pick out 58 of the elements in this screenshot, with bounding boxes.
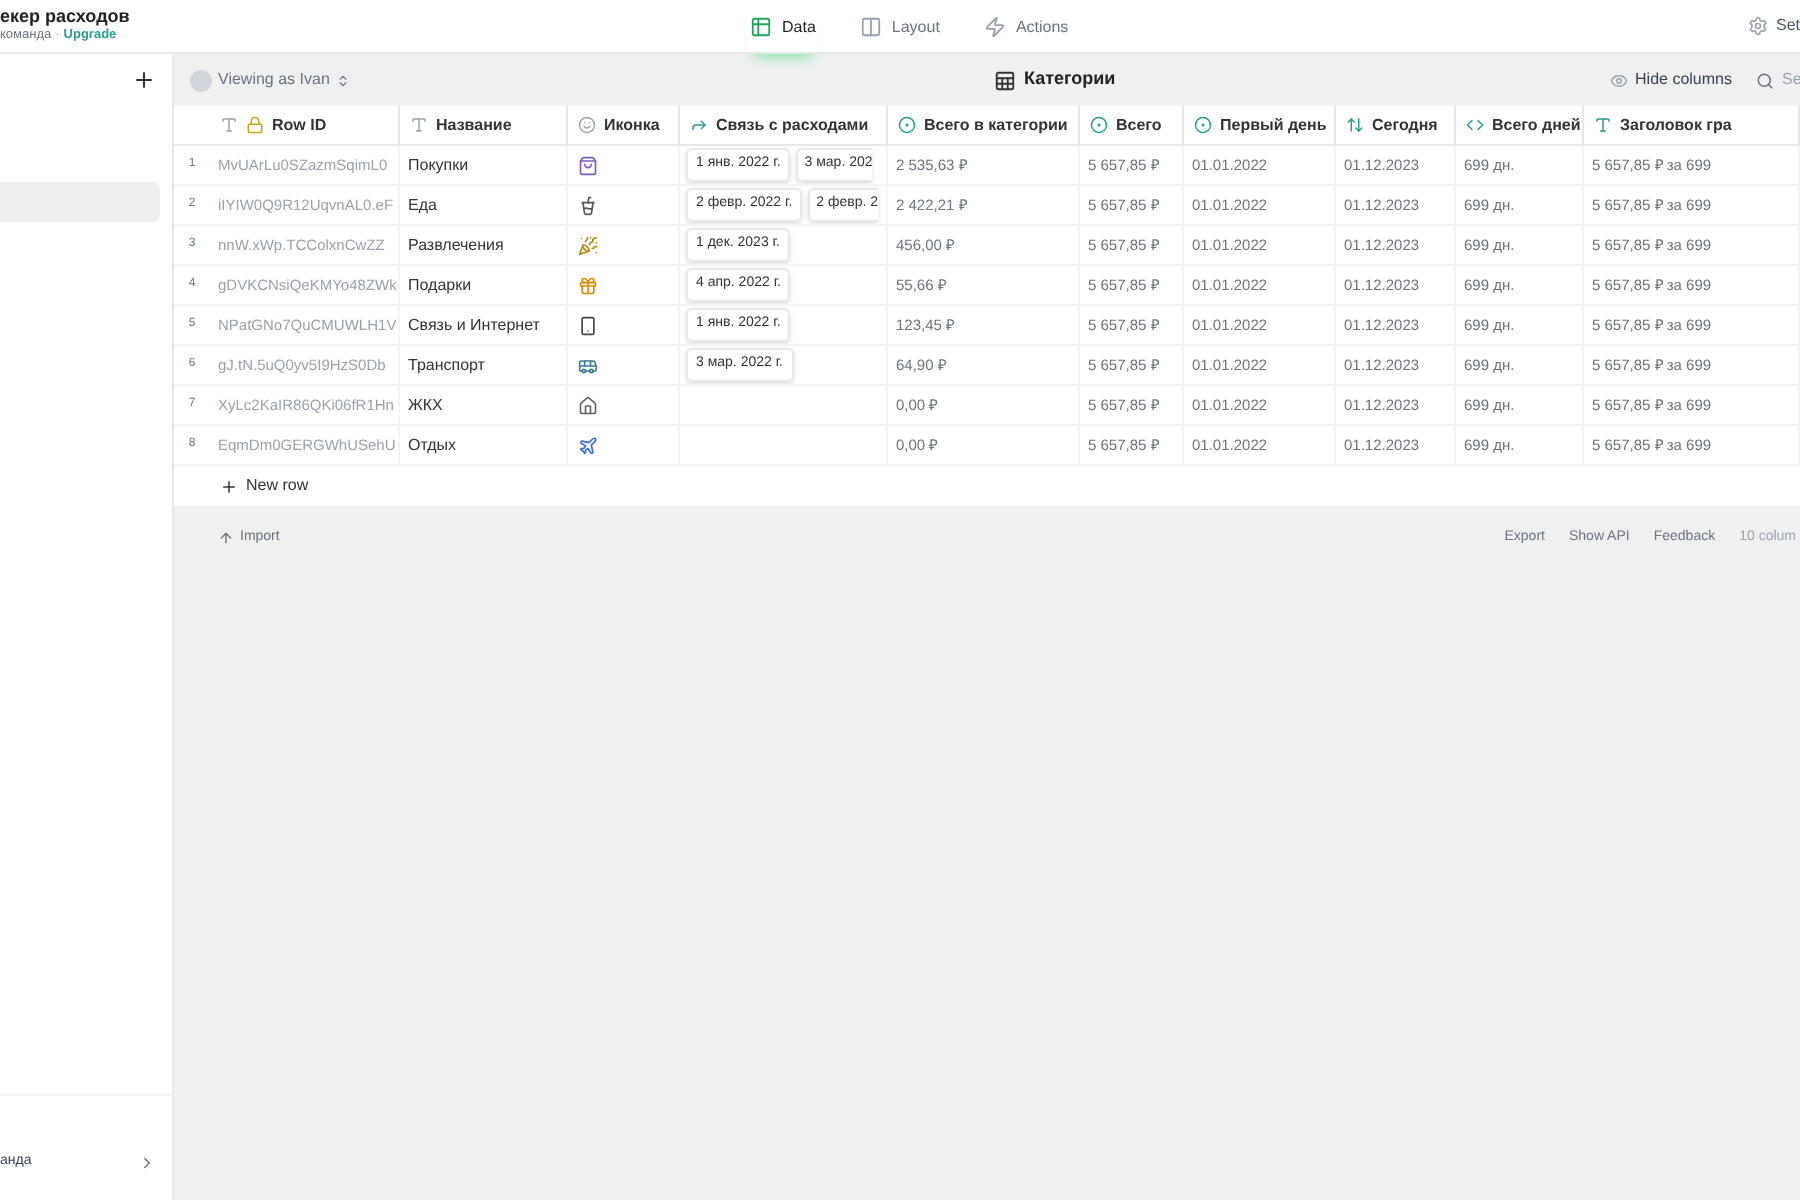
app-title: екер расходов: [0, 8, 132, 27]
circle-dot-icon: [1090, 116, 1108, 134]
column-header[interactable]: Сегодня: [1336, 106, 1456, 144]
chevron-right-icon[interactable]: [138, 1153, 156, 1171]
column-header[interactable]: Всего дней: [1456, 106, 1584, 144]
category-icon: [578, 355, 598, 375]
template-icon: [1594, 116, 1612, 134]
relation-arrow-icon: [690, 116, 708, 134]
column-header[interactable]: Связь с расходами: [680, 106, 888, 144]
sort-icon: [1346, 116, 1364, 134]
add-icon[interactable]: [132, 68, 156, 92]
table-cell: Покупки: [408, 153, 469, 177]
view-tab[interactable]: Actions: [979, 0, 1073, 54]
hide-columns-button[interactable]: Hide columns: [1609, 68, 1732, 92]
table-title: Категории: [1024, 66, 1116, 93]
search-icon[interactable]: [1756, 71, 1774, 89]
table-cell: Транспорт: [408, 353, 485, 377]
table-cell: ЖКХ: [408, 393, 443, 417]
view-tab[interactable]: Layout: [855, 0, 944, 54]
settings-button[interactable]: Set: [1748, 14, 1800, 38]
category-icon: [578, 235, 598, 255]
column-header[interactable]: Название: [400, 106, 568, 144]
column-header[interactable]: Всего: [1080, 106, 1184, 144]
category-icon: [578, 395, 598, 415]
category-icon: [578, 275, 598, 295]
category-icon: [578, 435, 598, 455]
code-icon: [1466, 116, 1484, 134]
column-header[interactable]: Первый день: [1184, 106, 1336, 144]
category-icon: [578, 155, 598, 175]
viewing-as-button[interactable]: Viewing as Ivan: [190, 68, 350, 92]
settings-icon[interactable]: [1748, 16, 1768, 36]
tab-icon[interactable]: [983, 16, 1006, 38]
new-row-button[interactable]: New row: [210, 474, 400, 498]
column-header[interactable]: Row ID: [210, 106, 400, 144]
plus-icon[interactable]: [220, 477, 238, 495]
chevrons-icon[interactable]: [335, 73, 350, 87]
table-cell: Еда: [408, 193, 437, 217]
table-cell: Развлечения: [408, 233, 504, 257]
column-header[interactable]: Заголовок гра: [1584, 106, 1800, 144]
table-cell: Подарки: [408, 273, 472, 297]
text-type-icon: [220, 116, 238, 134]
table-cell: Отдых: [408, 433, 457, 457]
lock-icon: [246, 116, 264, 134]
text-type-icon: [410, 116, 428, 134]
arrow-up-icon[interactable]: [218, 530, 234, 546]
column-header[interactable]: Всего в категории: [888, 106, 1080, 144]
tab-icon[interactable]: [750, 16, 772, 38]
circle-dot-icon: [898, 116, 916, 134]
tab-icon[interactable]: [859, 16, 882, 38]
view-tab[interactable]: Data: [746, 0, 820, 54]
table-cell: Связь и Интернет: [408, 313, 540, 337]
circle-dot-icon: [1194, 116, 1212, 134]
table-icon: [994, 69, 1016, 91]
category-icon: [578, 195, 598, 215]
eye-icon[interactable]: [1609, 71, 1628, 89]
smile-icon: [578, 116, 596, 134]
category-icon: [578, 315, 598, 335]
column-header[interactable]: Иконка: [568, 106, 680, 144]
